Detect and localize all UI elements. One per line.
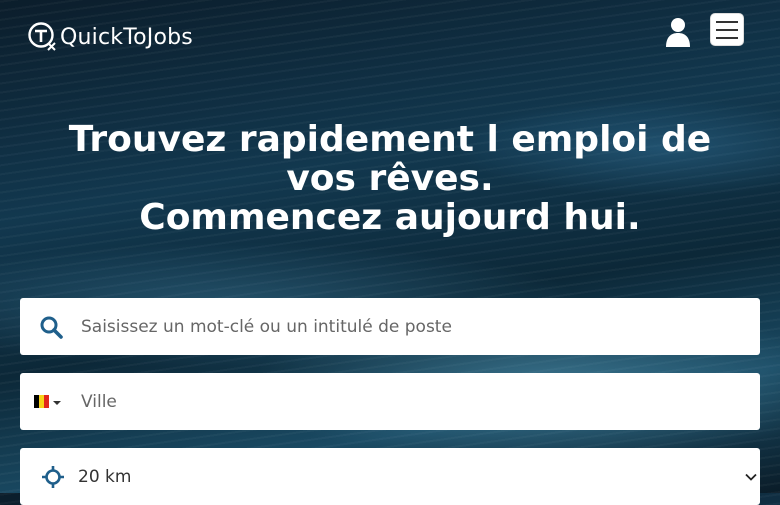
hamburger-bar-icon xyxy=(716,36,738,39)
hamburger-bar-icon xyxy=(716,28,738,31)
crosshair-icon xyxy=(42,465,64,488)
search-icon[interactable] xyxy=(39,315,63,339)
brand-name: QuickToJobs xyxy=(60,24,193,50)
hero-headline: Trouvez rapidement l emploi de vos rêves… xyxy=(0,120,780,237)
radius-value: 20 km xyxy=(78,466,132,487)
belgium-flag-icon[interactable] xyxy=(34,395,49,408)
hero-line-1: Trouvez rapidement l emploi de xyxy=(68,119,712,160)
keyword-input[interactable] xyxy=(79,315,723,338)
hero-line-3: Commencez aujourd hui. xyxy=(139,197,641,238)
chevron-down-icon[interactable] xyxy=(744,470,758,484)
hero-line-2: vos rêves. xyxy=(286,158,494,199)
keyword-search-field[interactable] xyxy=(20,298,760,355)
menu-toggle-button[interactable] xyxy=(710,13,744,46)
user-icon[interactable] xyxy=(664,16,692,48)
city-field[interactable] xyxy=(20,373,760,430)
brand-logo[interactable]: QuickToJobs xyxy=(28,22,193,52)
radius-select[interactable]: 20 km xyxy=(20,448,760,505)
hamburger-bar-icon xyxy=(716,20,738,23)
country-dropdown-caret-icon[interactable] xyxy=(53,401,61,405)
city-input[interactable] xyxy=(79,390,703,413)
logo-mark-icon xyxy=(28,22,56,51)
